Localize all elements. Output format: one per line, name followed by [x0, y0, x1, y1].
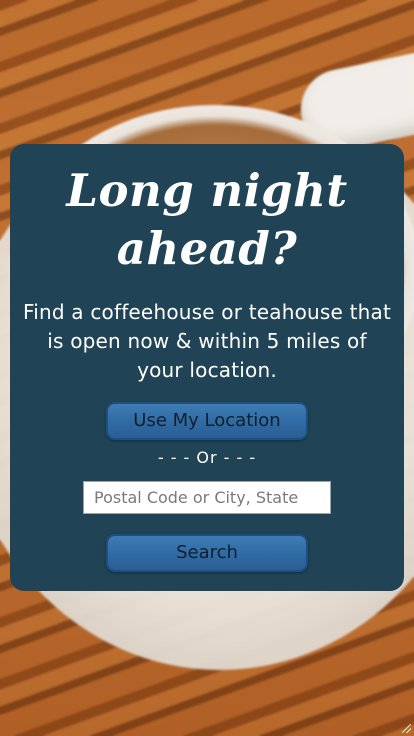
- search-card: Long night ahead? Find a coffeehouse or …: [10, 144, 404, 591]
- search-button[interactable]: Search: [106, 534, 308, 572]
- description-text: Find a coffeehouse or teahouse that is o…: [22, 300, 392, 382]
- location-search-input[interactable]: [83, 481, 331, 514]
- or-separator: - - - Or - - -: [157, 448, 257, 467]
- headline: Long night ahead?: [66, 164, 348, 275]
- resize-grip-icon: [402, 724, 411, 733]
- use-my-location-button[interactable]: Use My Location: [106, 402, 308, 440]
